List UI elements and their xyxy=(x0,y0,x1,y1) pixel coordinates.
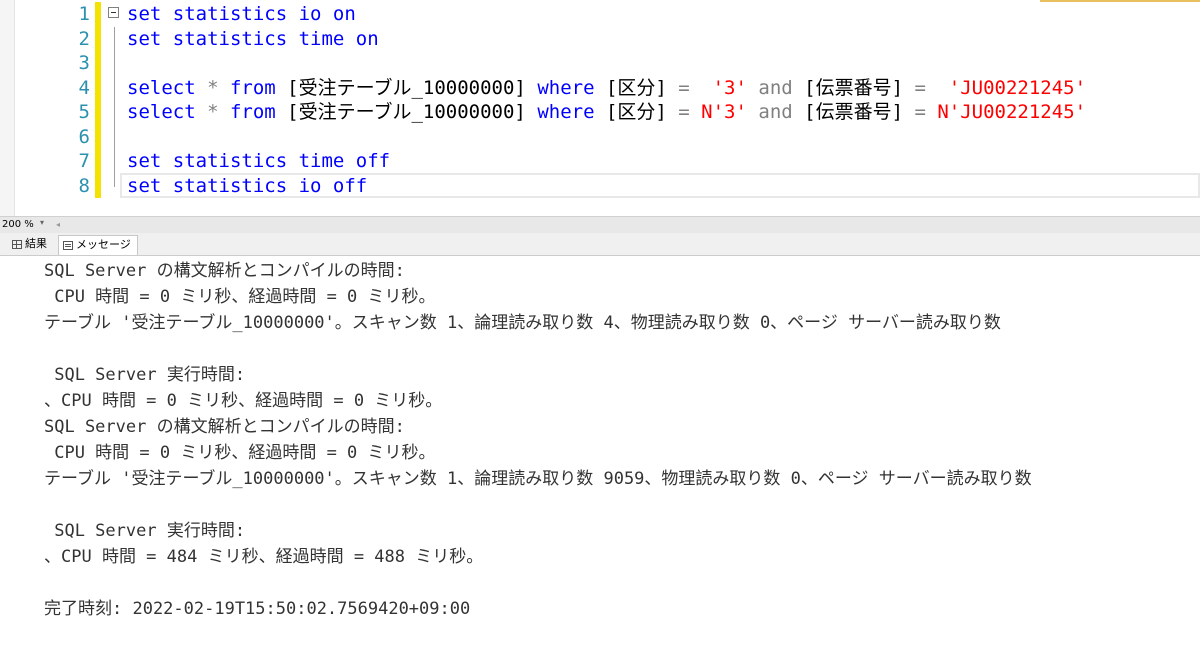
message-line: 完了時刻: 2022-02-19T15:50:02.7569420+09:00 xyxy=(44,599,471,619)
code-text: set statistics io on xyxy=(127,2,356,27)
message-line: CPU 時間 = 0 ミリ秒、経過時間 = 0 ミリ秒。 xyxy=(44,443,436,463)
code-line[interactable]: 6 xyxy=(0,124,1200,149)
code-token: where xyxy=(537,101,606,123)
code-token: set statistics time on xyxy=(127,27,379,50)
code-token: [受注テーブル_10000000] xyxy=(287,76,538,99)
code-token: [区分] xyxy=(605,76,679,99)
fold-guide xyxy=(114,51,115,76)
line-number: 4 xyxy=(78,76,90,99)
code-token: = xyxy=(678,76,713,99)
fold-guide xyxy=(114,124,115,149)
code-token: [伝票番号] xyxy=(804,76,915,99)
change-marker xyxy=(95,2,101,27)
line-number: 7 xyxy=(78,150,90,172)
code-line[interactable]: 4 select * from [受注テーブル_10000000] where [… xyxy=(0,75,1200,101)
tab-messages[interactable]: メッセージ xyxy=(58,235,138,255)
tab-results[interactable]: 結果 xyxy=(8,235,53,254)
code-token: set statistics io on xyxy=(127,3,356,25)
code-line[interactable]: 1 set statistics io on xyxy=(0,2,1200,27)
collapse-icon[interactable] xyxy=(108,7,119,18)
code-token: from xyxy=(229,76,288,99)
code-token: 'JU00221245' xyxy=(948,76,1087,99)
code-token: set statistics time off xyxy=(127,150,391,172)
line-number: 2 xyxy=(78,27,90,50)
change-marker xyxy=(95,26,101,51)
code-token: = xyxy=(914,101,938,123)
message-line: SQL Server 実行時間: xyxy=(44,365,256,385)
code-token: where xyxy=(537,76,606,99)
fold-guide xyxy=(114,149,115,174)
line-number: 5 xyxy=(78,101,90,123)
code-token: and xyxy=(758,76,805,99)
line-number: 8 xyxy=(78,174,90,197)
message-line: 、CPU 時間 = 484 ミリ秒、経過時間 = 488 ミリ秒。 xyxy=(44,547,484,567)
code-token: set statistics io off xyxy=(127,174,368,197)
fold-guide xyxy=(114,75,115,100)
code-token: and xyxy=(758,101,805,123)
message-line: SQL Server の構文解析とコンパイルの時間: xyxy=(44,417,416,437)
code-text: select * from [受注テーブル_10000000] where [区… xyxy=(127,100,1086,125)
zoom-level[interactable]: 200 % xyxy=(2,218,38,232)
code-line[interactable]: 7 set statistics time off xyxy=(0,149,1200,174)
code-token: '3' xyxy=(712,76,759,99)
tab-messages-label: メッセージ xyxy=(76,239,131,251)
query-editor[interactable]: 1 set statistics io on 2 set statistics tim… xyxy=(0,0,1200,216)
code-token: = xyxy=(914,76,949,99)
code-line[interactable]: 3 xyxy=(0,51,1200,76)
code-token: [伝票番号] xyxy=(804,101,915,123)
change-marker xyxy=(95,51,101,76)
code-token: = xyxy=(678,101,702,123)
messages-pane[interactable]: SQL Server の構文解析とコンパイルの時間: CPU 時間 = 0 ミリ… xyxy=(0,256,1200,660)
code-text: set statistics time on xyxy=(127,27,379,52)
change-marker xyxy=(95,75,101,100)
vertical-scrollbar[interactable] xyxy=(1190,256,1200,660)
code-text: select * from [受注テーブル_10000000] where [区… xyxy=(127,76,1086,101)
code-line[interactable]: 8 set statistics io off xyxy=(0,173,1200,199)
code-token: [受注テーブル_10000000] xyxy=(287,101,538,123)
code-token: select xyxy=(127,76,208,99)
results-tabbar: 結果 メッセージ xyxy=(0,233,1200,256)
message-line: SQL Server 実行時間: xyxy=(44,521,256,541)
message-line: 、CPU 時間 = 0 ミリ秒、経過時間 = 0 ミリ秒。 xyxy=(44,391,443,411)
change-marker xyxy=(95,173,101,198)
editor-status-strip: 200 % ▾ ◂ xyxy=(0,216,1200,233)
code-token: from xyxy=(229,101,288,123)
message-line: テーブル '受注テーブル_10000000'。スキャン数 1、論理読み取り数 4… xyxy=(44,313,1001,333)
message-line: CPU 時間 = 0 ミリ秒、経過時間 = 0 ミリ秒。 xyxy=(44,287,436,307)
code-token: N'3' xyxy=(701,101,759,123)
message-line: テーブル '受注テーブル_10000000'。スキャン数 1、論理読み取り数 9… xyxy=(44,469,1032,489)
code-text: set statistics time off xyxy=(127,149,390,174)
scroll-left-icon[interactable]: ◂ xyxy=(56,220,64,230)
code-line[interactable]: 5 select * from [受注テーブル_10000000] where [… xyxy=(0,100,1200,125)
chevron-down-icon[interactable]: ▾ xyxy=(40,218,44,227)
fold-guide xyxy=(114,173,115,187)
change-marker xyxy=(95,100,101,125)
code-token: select xyxy=(127,101,208,123)
code-token: * xyxy=(207,101,230,123)
fold-guide xyxy=(114,100,115,125)
code-line[interactable]: 2 set statistics time on xyxy=(0,26,1200,52)
change-marker xyxy=(95,124,101,149)
code-token: [区分] xyxy=(605,101,679,123)
line-number: 1 xyxy=(78,3,90,25)
tab-results-label: 結果 xyxy=(25,238,47,250)
line-number: 6 xyxy=(78,125,90,148)
line-number: 3 xyxy=(78,52,90,74)
code-text: set statistics io off xyxy=(127,174,367,199)
fold-guide xyxy=(114,26,115,51)
code-token: N'JU00221245' xyxy=(937,101,1087,123)
message-line: SQL Server の構文解析とコンパイルの時間: xyxy=(44,261,416,281)
message-icon xyxy=(63,241,73,250)
change-marker xyxy=(95,149,101,174)
grid-icon xyxy=(12,240,22,249)
code-token: * xyxy=(207,76,230,99)
